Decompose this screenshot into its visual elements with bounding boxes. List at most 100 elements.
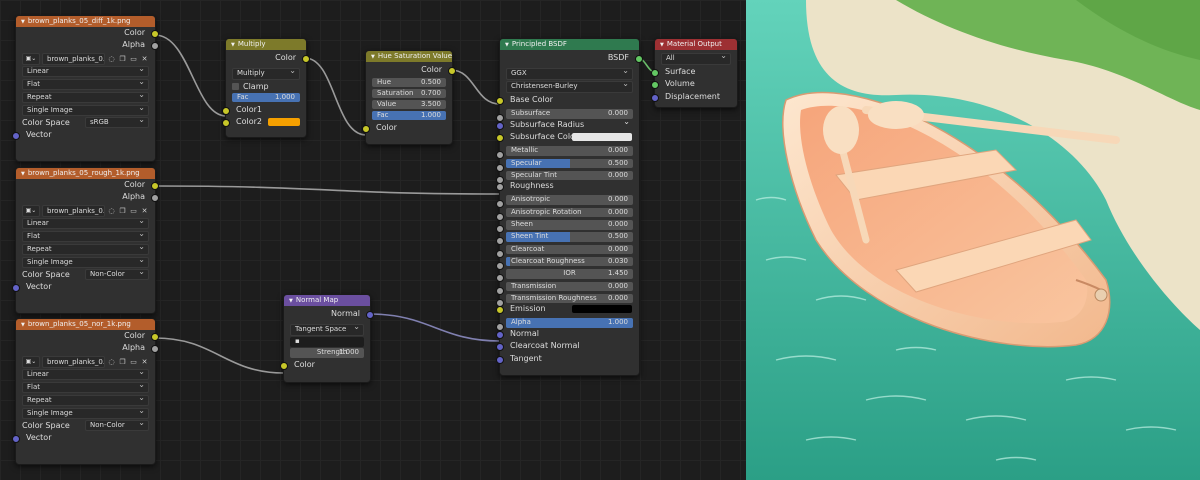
bsdf-field-anisotropic-rotation[interactable]: Anisotropic Rotation 0.000 — [496, 207, 639, 221]
socket-alpha-out[interactable] — [151, 194, 159, 203]
color-swatch[interactable] — [572, 133, 632, 142]
slider[interactable]: IOR 1.450 — [506, 269, 633, 279]
socket-color-in[interactable] — [280, 362, 288, 371]
node-header[interactable]: ▼ brown_planks_05_rough_1k.png — [16, 168, 155, 179]
distribution-dropdown[interactable]: GGX — [506, 66, 633, 80]
subsurface-method-dropdown[interactable]: Christensen-Burley — [506, 79, 633, 93]
socket-volume-in[interactable] — [651, 81, 659, 90]
socket-color-in[interactable] — [362, 124, 370, 133]
slider[interactable]: Metallic 0.000 — [506, 146, 633, 156]
node-header[interactable]: ▼ brown_planks_05_nor_1k.png — [16, 319, 155, 330]
node-mix-multiply[interactable]: ▼Multiply Color Multiply Clamp Fac1.000 … — [222, 38, 310, 138]
duplicate-icon[interactable]: ❐ — [118, 54, 127, 64]
socket-base-color-in[interactable] — [496, 97, 504, 106]
image-name-field[interactable]: brown_planks_0... — [42, 204, 105, 217]
node-image-texture-diff[interactable]: ▼ brown_planks_05_diff_1k.png Color Alpha… — [12, 15, 159, 162]
bsdf-field-sheen[interactable]: Sheen 0.000 — [496, 220, 639, 234]
bsdf-field-transmission-roughness[interactable]: Transmission Roughness 0.000 — [496, 293, 639, 307]
socket-color-out[interactable] — [151, 182, 159, 190]
socket-in[interactable] — [496, 306, 504, 315]
socket-bsdf-out[interactable] — [635, 55, 643, 63]
color-space-dropdown[interactable]: Non-Color — [85, 418, 149, 432]
image-name-field[interactable]: brown_planks_0... — [42, 355, 105, 368]
color-swatch[interactable] — [572, 305, 632, 314]
collapse-icon[interactable]: ▼ — [21, 19, 25, 25]
bsdf-field-anisotropic[interactable]: Anisotropic 0.000 — [496, 195, 639, 209]
bsdf-field-specular[interactable]: Specular 0.500 — [496, 158, 639, 172]
slider[interactable]: Transmission 0.000 — [506, 281, 633, 292]
bsdf-field-subsurface-radius[interactable]: Subsurface Radius ⌄ — [496, 116, 639, 131]
socket-in[interactable] — [496, 121, 504, 130]
image-selector[interactable]: ▣⌄ brown_planks_0... ◌ ❐ ▭ ✕ — [22, 52, 149, 65]
space-dropdown[interactable]: Tangent Space — [290, 322, 364, 336]
saturation-field[interactable]: Saturation 0.700 — [372, 88, 446, 99]
bsdf-field-transmission[interactable]: Transmission 0.000 — [496, 281, 639, 295]
blend-mode-dropdown[interactable]: Multiply — [232, 66, 300, 80]
open-folder-icon[interactable]: ▭ — [129, 54, 138, 64]
socket-color-out[interactable] — [151, 333, 159, 341]
collapse-icon[interactable]: ▼ — [505, 42, 509, 48]
fac-slider[interactable]: Fac 1.000 — [372, 110, 446, 121]
collapse-icon[interactable]: ▼ — [660, 42, 664, 48]
clamp-checkbox[interactable]: Clamp — [232, 81, 300, 91]
node-hue-saturation-value[interactable]: ▼ Hue Saturation Value Color Hue 0.500 Sat… — [362, 50, 456, 145]
node-header[interactable]: ▼ Multiply — [226, 39, 306, 50]
slider[interactable]: Sheen Tint 0.500 — [506, 232, 633, 242]
socket-alpha-out[interactable] — [151, 345, 159, 354]
node-material-output[interactable]: ▼Material Output All Surface Volume Disp… — [651, 38, 738, 108]
bsdf-field-clearcoat-roughness[interactable]: Clearcoat Roughness 0.030 — [496, 256, 639, 270]
node-principled-bsdf[interactable]: ▼Principled BSDF BSDF GGX Christensen-Bu… — [496, 38, 643, 376]
strength-field[interactable]: Strength 1.000 — [290, 348, 364, 358]
projection-dropdown[interactable]: Flat — [22, 229, 149, 243]
chevron-down-icon[interactable]: ⌄ — [623, 116, 630, 128]
socket-color-out[interactable] — [302, 55, 310, 63]
bsdf-field-clearcoat[interactable]: Clearcoat 0.000 — [496, 244, 639, 258]
collapse-icon[interactable]: ▼ — [21, 171, 25, 177]
fake-user-icon[interactable]: ◌ — [107, 54, 116, 64]
fake-user-icon[interactable]: ◌ — [107, 206, 116, 216]
slider[interactable]: Anisotropic 0.000 — [506, 195, 633, 205]
socket-in[interactable] — [496, 134, 504, 143]
unlink-icon[interactable]: ✕ — [140, 206, 149, 216]
socket-displacement-in[interactable] — [651, 93, 659, 102]
interpolation-dropdown[interactable]: Linear — [22, 64, 149, 78]
slider[interactable]: Specular Tint 0.000 — [506, 170, 633, 181]
checkbox-box[interactable] — [232, 82, 239, 90]
hue-field[interactable]: Hue 0.500 — [372, 77, 446, 88]
slider[interactable]: Subsurface 0.000 — [506, 109, 633, 119]
socket-vector-in[interactable] — [12, 435, 20, 444]
slider[interactable]: Sheen 0.000 — [506, 220, 633, 230]
slider[interactable]: Specular 0.500 — [506, 158, 633, 169]
node-header[interactable]: ▼ Hue Saturation Value — [366, 51, 452, 62]
socket-normal-in[interactable] — [496, 330, 504, 339]
node-header[interactable]: ▼ Principled BSDF — [500, 39, 639, 50]
duplicate-icon[interactable]: ❐ — [118, 206, 127, 216]
socket-color2-in[interactable] — [222, 119, 230, 128]
socket-color1-in[interactable] — [222, 106, 230, 115]
projection-dropdown[interactable]: Flat — [22, 77, 149, 91]
collapse-icon[interactable]: ▼ — [21, 322, 25, 328]
node-header[interactable]: ▼ Normal Map — [284, 295, 370, 306]
fac-slider[interactable]: Fac 1.000 — [232, 92, 300, 103]
slider[interactable]: Alpha 1.000 — [506, 318, 633, 328]
bsdf-field-metallic[interactable]: Metallic 0.000 — [496, 146, 639, 160]
interpolation-dropdown[interactable]: Linear — [22, 216, 149, 230]
open-folder-icon[interactable]: ▭ — [129, 357, 138, 367]
projection-dropdown[interactable]: Flat — [22, 380, 149, 394]
collapse-icon[interactable]: ▼ — [231, 42, 235, 48]
image-name-field[interactable]: brown_planks_0... — [42, 52, 105, 65]
slider[interactable]: Transmission Roughness 0.000 — [506, 293, 633, 304]
node-normal-map[interactable]: ▼Normal Map Normal Tangent Space ▪ Stren… — [280, 294, 374, 383]
node-image-texture-rough[interactable]: ▼ brown_planks_05_rough_1k.png Color Alph… — [12, 167, 159, 314]
source-dropdown[interactable]: Single Image — [22, 255, 149, 269]
node-image-texture-nor[interactable]: ▼ brown_planks_05_nor_1k.png Color Alpha … — [12, 318, 159, 465]
collapse-icon[interactable]: ▼ — [289, 298, 293, 304]
source-dropdown[interactable]: Single Image — [22, 103, 149, 117]
collapse-icon[interactable]: ▼ — [371, 54, 375, 60]
image-browse-icon[interactable]: ▣⌄ — [22, 355, 40, 368]
socket-vector-in[interactable] — [12, 284, 20, 293]
unlink-icon[interactable]: ✕ — [140, 54, 149, 64]
bsdf-field-specular-tint[interactable]: Specular Tint 0.000 — [496, 170, 639, 184]
bsdf-field-subsurface-color[interactable]: Subsurface Color — [496, 131, 639, 143]
extension-dropdown[interactable]: Repeat — [22, 393, 149, 407]
